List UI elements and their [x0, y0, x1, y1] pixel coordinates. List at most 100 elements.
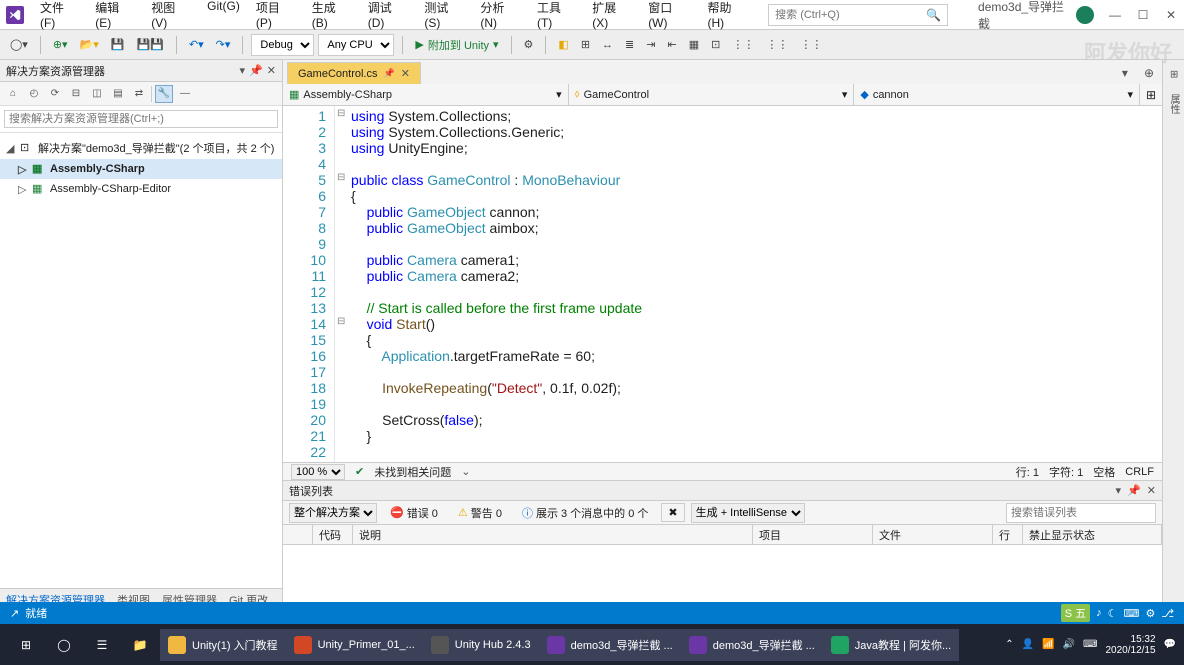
toggle-icon[interactable]: ◴ — [25, 85, 43, 103]
menu-扩展(X)[interactable]: 扩展(X) — [584, 0, 640, 34]
menu-分析(N)[interactable]: 分析(N) — [472, 0, 529, 34]
platform-select[interactable]: Any CPU — [318, 34, 394, 56]
tray-up-icon[interactable]: ⌃ — [1005, 639, 1013, 650]
col-line[interactable]: 行 — [993, 525, 1023, 544]
run-button[interactable]: ▶ 附加到 Unity ▾ — [411, 35, 502, 55]
type-combo[interactable]: ⬨GameControl▾ — [569, 84, 855, 105]
taskbar-app[interactable]: Unity(1) 入门教程 — [160, 629, 286, 661]
save-button[interactable]: 💾 — [107, 36, 129, 53]
redo-button[interactable]: ↷▾ — [212, 36, 235, 53]
tool-btn-7[interactable]: ⇤ — [663, 36, 680, 53]
code-content[interactable]: using System.Collections;using System.Co… — [349, 106, 1162, 462]
project-assembly-csharp[interactable]: ▷ ▦ Assembly-CSharp — [0, 159, 282, 179]
wrench-icon[interactable]: 🔧 — [155, 85, 173, 103]
project-assembly-csharp-editor[interactable]: ▷ ▦ Assembly-CSharp-Editor — [0, 179, 282, 199]
tool-btn-9[interactable]: ⊡ — [707, 36, 724, 53]
line-icon[interactable]: — — [176, 85, 194, 103]
maximize-button[interactable]: ☐ — [1136, 8, 1150, 22]
nav-icon[interactable]: ⇄ — [130, 85, 148, 103]
solution-search-input[interactable] — [4, 110, 278, 128]
showall-icon[interactable]: ◫ — [88, 85, 106, 103]
tray-icon[interactable]: ⚙ — [1145, 607, 1155, 620]
scope-select[interactable]: 整个解决方案 — [289, 503, 377, 523]
panel-close-icon[interactable]: ✕ — [267, 64, 276, 77]
filter-icon[interactable]: ▤ — [109, 85, 127, 103]
tabs-dropdown-icon[interactable]: ▾ — [1114, 62, 1136, 84]
taskbar-app[interactable]: demo3d_导弹拦截 ... — [539, 629, 681, 661]
ime-badge[interactable]: S 五 — [1061, 604, 1090, 622]
panel-dropdown-icon[interactable]: ▾ — [1116, 484, 1122, 497]
tray-people-icon[interactable]: 👤 — [1022, 639, 1034, 650]
panel-pin-icon[interactable]: 📌 — [1127, 484, 1141, 497]
tray-icon[interactable]: ♪ — [1096, 607, 1102, 619]
tool-btn-12[interactable]: ⋮⋮ — [796, 36, 826, 53]
clock[interactable]: 15:322020/12/15 — [1105, 634, 1155, 656]
menu-项目(P)[interactable]: 项目(P) — [248, 0, 304, 34]
nav-back-button[interactable]: ◯▾ — [6, 36, 32, 53]
start-button[interactable]: ⊞ — [8, 629, 44, 661]
tool-btn-11[interactable]: ⋮⋮ — [762, 36, 792, 53]
warnings-filter[interactable]: ⚠警告 0 — [451, 502, 509, 524]
tab-close-icon[interactable]: ✕ — [401, 67, 410, 80]
tabs-more-icon[interactable]: ⊕ — [1136, 62, 1162, 84]
tray-icon[interactable]: ☾ — [1108, 607, 1118, 620]
menu-工具(T)[interactable]: 工具(T) — [529, 0, 584, 34]
split-icon[interactable]: ⊞ — [1140, 84, 1162, 105]
open-button[interactable]: 📂▾ — [76, 36, 103, 53]
messages-filter[interactable]: ⓘ展示 3 个消息中的 0 个 — [515, 502, 655, 524]
menu-文件(F)[interactable]: 文件(F) — [32, 0, 87, 34]
menu-帮助(H)[interactable]: 帮助(H) — [699, 0, 756, 34]
col-code[interactable]: 代码 — [313, 525, 353, 544]
menu-编辑(E)[interactable]: 编辑(E) — [87, 0, 143, 34]
solution-root[interactable]: ◢ ⊡ 解决方案"demo3d_导弹拦截"(2 个项目，共 2 个) — [0, 137, 282, 159]
col-suppress[interactable]: 禁止显示状态 — [1023, 525, 1162, 544]
panel-dropdown-icon[interactable]: ▾ — [240, 64, 246, 77]
cortana-button[interactable]: ◯ — [46, 629, 82, 661]
home-icon[interactable]: ⌂ — [4, 85, 22, 103]
refresh-icon[interactable]: ⟳ — [46, 85, 64, 103]
tool-btn-5[interactable]: ≣ — [621, 36, 638, 53]
undo-button[interactable]: ↶▾ — [185, 36, 208, 53]
task-view-button[interactable]: ☰ — [84, 629, 120, 661]
errors-filter[interactable]: ⛔错误 0 — [383, 502, 445, 524]
file-tab-active[interactable]: GameControl.cs 📌 ✕ — [287, 62, 421, 84]
member-combo[interactable]: ◆cannon▾ — [854, 84, 1140, 105]
col-file[interactable]: 文件 — [873, 525, 993, 544]
menu-调试(D)[interactable]: 调试(D) — [360, 0, 417, 34]
notifications-icon[interactable]: 💬 — [1164, 639, 1176, 650]
minimize-button[interactable]: — — [1108, 8, 1122, 22]
tool-btn-4[interactable]: ↔ — [598, 37, 617, 53]
menu-测试(S)[interactable]: 测试(S) — [416, 0, 472, 34]
menu-窗口(W)[interactable]: 窗口(W) — [640, 0, 699, 34]
tool-btn-10[interactable]: ⋮⋮ — [728, 36, 758, 53]
avatar-icon[interactable] — [1076, 6, 1094, 24]
collapse-icon[interactable]: ⊟ — [67, 85, 85, 103]
taskbar-app[interactable]: demo3d_导弹拦截 ... — [681, 629, 823, 661]
new-item-button[interactable]: ⊕▾ — [49, 36, 72, 53]
project-combo[interactable]: ▦Assembly-CSharp▾ — [283, 84, 569, 105]
panel-close-icon[interactable]: ✕ — [1147, 484, 1156, 497]
tray-vol-icon[interactable]: 🔊 — [1063, 639, 1075, 650]
menu-生成(B)[interactable]: 生成(B) — [304, 0, 360, 34]
pin-icon[interactable]: 📌 — [383, 68, 394, 79]
col-icon[interactable] — [283, 525, 313, 544]
build-scope-select[interactable]: 生成 + IntelliSense — [691, 503, 805, 523]
panel-pin-icon[interactable]: 📌 — [249, 64, 263, 77]
rail-properties[interactable]: 属性 — [1164, 88, 1183, 120]
explorer-button[interactable]: 📁 — [122, 629, 158, 661]
tray-icon[interactable]: ⌨ — [1124, 607, 1140, 620]
source-control-icon[interactable]: ⎇ — [1161, 607, 1174, 620]
tray-net-icon[interactable]: 📶 — [1042, 639, 1054, 650]
code-editor[interactable]: 12345678910111213141516171819202122 ⊟ ⊟ … — [283, 106, 1162, 462]
close-button[interactable]: ✕ — [1164, 8, 1178, 22]
tool-btn-2[interactable]: ◧ — [554, 36, 572, 53]
search-chevron-icon[interactable]: ⌄ — [461, 465, 470, 478]
col-desc[interactable]: 说明 — [353, 525, 753, 544]
tool-btn-1[interactable]: ⚙ — [520, 36, 538, 53]
taskbar-app[interactable]: Unity Hub 2.4.3 — [423, 629, 539, 661]
error-search-input[interactable] — [1006, 503, 1156, 523]
tray-keyboard-icon[interactable]: ⌨ — [1083, 639, 1097, 650]
col-project[interactable]: 项目 — [753, 525, 873, 544]
global-search[interactable]: 🔍 — [768, 4, 948, 26]
taskbar-app[interactable]: Unity_Primer_01_... — [286, 629, 423, 661]
